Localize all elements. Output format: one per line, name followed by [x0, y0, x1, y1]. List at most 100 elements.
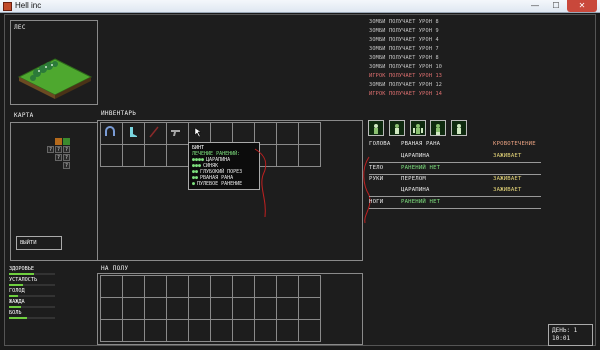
body-head-button[interactable] [368, 120, 384, 136]
minimize-button[interactable]: — [525, 0, 545, 12]
rod-icon [149, 126, 159, 138]
log-line: ЗОМБИ ПОЛУЧАЕТ УРОН 4 [369, 37, 439, 43]
hand-cursor-icon [194, 127, 202, 138]
floor-slot[interactable] [298, 297, 321, 320]
map-panel: ? ? ? ? ? ? ВЫЙТИ [10, 122, 98, 261]
injury-name: ЦАРАПИНА [401, 187, 430, 193]
floor-slot[interactable] [298, 275, 321, 298]
inventory-slot[interactable] [166, 122, 189, 145]
map-unknown-cell: ? [63, 146, 70, 153]
log-line: ИГРОК ПОЛУЧАЕТ УРОН 13 [369, 73, 443, 79]
inventory-slot[interactable] [144, 144, 167, 167]
floor-slot[interactable] [254, 297, 277, 320]
body-figure-icon [436, 124, 440, 135]
floor-slot[interactable] [210, 297, 233, 320]
body-torso-button[interactable] [389, 120, 405, 136]
inventory-slot[interactable] [100, 122, 123, 145]
floor-slot[interactable] [298, 319, 321, 342]
floor-slot[interactable] [100, 275, 123, 298]
stat-label-health: ЗДОРОВЬЕ [9, 266, 34, 272]
floor-slot[interactable] [188, 297, 211, 320]
floor-slot[interactable] [100, 297, 123, 320]
log-line: ЗОМБИ ПОЛУЧАЕТ УРОН 10 [369, 64, 443, 70]
window-title: Hell inc [15, 1, 42, 10]
floor-slot[interactable] [210, 275, 233, 298]
floor-slot[interactable] [210, 319, 233, 342]
body-legs-button[interactable] [430, 120, 446, 136]
floor-slot[interactable] [144, 275, 167, 298]
body-figure-icon [457, 124, 461, 134]
injury-status: ЗАЖИВАЕТ [493, 153, 522, 159]
floor-slot[interactable] [254, 319, 277, 342]
floor-slot[interactable] [122, 275, 145, 298]
inventory-slot[interactable] [100, 144, 123, 167]
floor-slot[interactable] [232, 319, 255, 342]
floor-slot[interactable] [254, 275, 277, 298]
table-divider [369, 174, 541, 175]
stat-label-hunger: ГОЛОД [9, 288, 25, 294]
floor-slot[interactable] [166, 275, 189, 298]
time-display: 10:01 [552, 335, 571, 342]
floor-slot[interactable] [122, 297, 145, 320]
floor-slot[interactable] [144, 297, 167, 320]
log-line: ЗОМБИ ПОЛУЧАЕТ УРОН 8 [369, 55, 439, 61]
map-forest-cell [63, 138, 70, 145]
log-line: ЗОМБИ ПОЛУЧАЕТ УРОН 7 [369, 46, 439, 52]
injury-body-part: ТЕЛО [369, 165, 384, 171]
injury-name: ПЕРЕЛОМ [401, 176, 426, 182]
floor-label: НА ПОЛУ [101, 265, 129, 272]
floor-slot[interactable] [188, 275, 211, 298]
table-divider [369, 208, 541, 209]
floor-slot[interactable] [166, 319, 189, 342]
hunger-bar [9, 295, 55, 297]
inventory-slot[interactable] [122, 144, 145, 167]
injury-body-part: РУКИ [369, 176, 384, 182]
map-unknown-cell: ? [63, 154, 70, 161]
injury-name: РАНЕНИЙ НЕТ [401, 165, 441, 171]
floor-slot[interactable] [166, 297, 189, 320]
inventory-label: ИНВЕНТАРЬ [101, 110, 137, 117]
maximize-button[interactable]: ☐ [546, 0, 566, 12]
pain-bar [9, 317, 55, 319]
body-full-button[interactable] [451, 120, 467, 136]
floor-slot[interactable] [144, 319, 167, 342]
inventory-slot[interactable] [298, 144, 321, 167]
body-figure-icon [413, 124, 423, 134]
day-clock: ДЕНЬ: 1 10:01 [548, 324, 593, 346]
magnet-icon [105, 126, 115, 136]
body-figure-icon [395, 124, 399, 134]
game-viewport: ЛЕС ? ? ? ? ? ? ВЫЙТИ КАРТА ИНВЕНТАРЬ БИ… [4, 14, 596, 346]
exit-button[interactable]: ВЫЙТИ [16, 236, 62, 250]
inventory-slot[interactable] [166, 144, 189, 167]
floor-slot[interactable] [122, 319, 145, 342]
close-button[interactable]: ✕ [567, 0, 597, 12]
fatigue-bar [9, 284, 55, 286]
inventory-slot[interactable] [122, 122, 145, 145]
inventory-slot[interactable] [298, 122, 321, 145]
scene-panel: ЛЕС [10, 20, 98, 105]
injury-status: КРОВОТЕЧЕНИЕ [493, 141, 536, 147]
stat-label-thirst: ЖАЖДА [9, 299, 25, 305]
stat-label-fatigue: УСТАЛОСТЬ [9, 277, 38, 283]
floor-slot[interactable] [232, 275, 255, 298]
inventory-slot[interactable] [276, 144, 299, 167]
floor-slot[interactable] [232, 297, 255, 320]
floor-slot[interactable] [276, 275, 299, 298]
floor-slot[interactable] [276, 297, 299, 320]
inventory-slot[interactable] [276, 122, 299, 145]
inventory-slot[interactable] [144, 122, 167, 145]
body-arms-button[interactable] [410, 120, 426, 136]
injury-body-part: ГОЛОВА [369, 141, 391, 147]
floor-slot[interactable] [188, 319, 211, 342]
window-titlebar: Hell inc — ☐ ✕ [0, 0, 600, 13]
log-line: ЗОМБИ ПОЛУЧАЕТ УРОН 8 [369, 19, 439, 25]
log-line: ЗОМБИ ПОЛУЧАЕТ УРОН 9 [369, 28, 439, 34]
body-figure-icon [374, 124, 378, 134]
injury-status: ЗАЖИВАЕТ [493, 187, 522, 193]
pistol-icon [171, 130, 180, 136]
floor-slot[interactable] [276, 319, 299, 342]
day-counter: ДЕНЬ: 1 [552, 327, 578, 334]
map-unknown-cell: ? [63, 162, 70, 169]
floor-grid [100, 275, 321, 342]
floor-slot[interactable] [100, 319, 123, 342]
